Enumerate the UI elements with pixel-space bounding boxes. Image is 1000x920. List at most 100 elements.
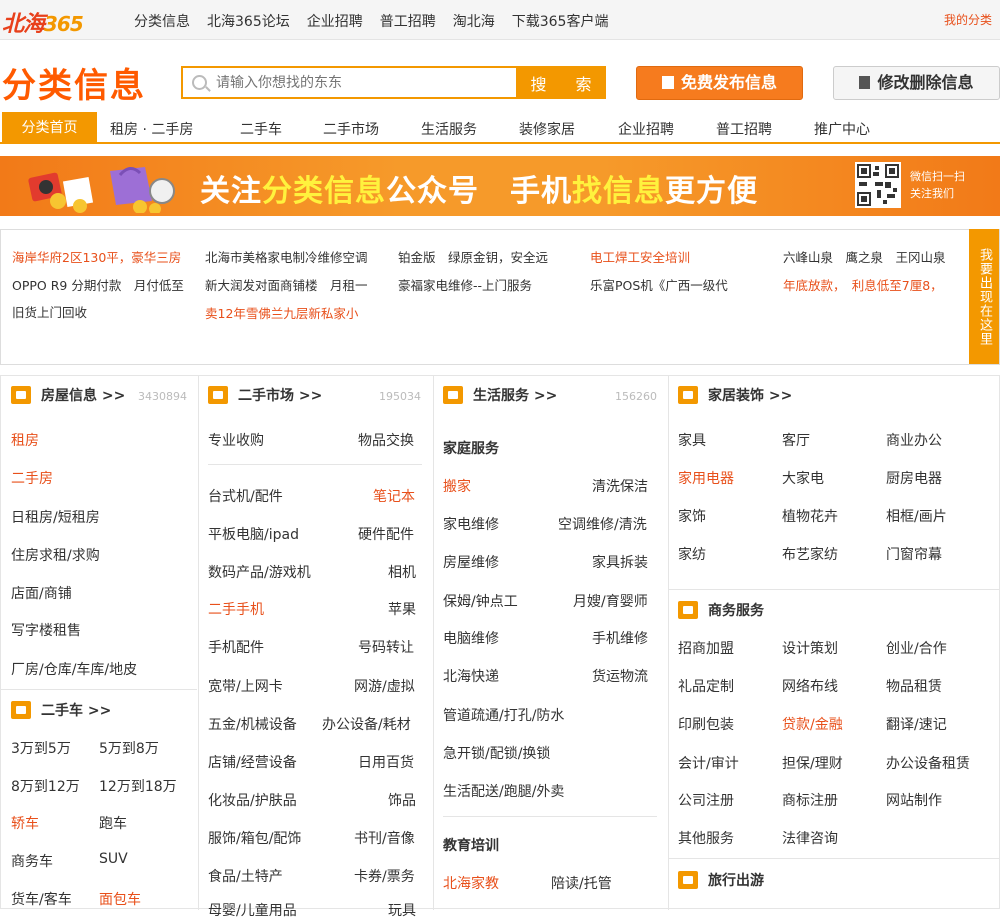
category-link[interactable]: 商务车	[11, 851, 53, 871]
category-link[interactable]: 台式机/配件	[208, 486, 283, 506]
category-link[interactable]: 货运物流	[592, 666, 648, 686]
ad-link[interactable]: 乐富POS机《广西一级代	[590, 275, 728, 294]
category-link[interactable]: 网站制作	[886, 790, 942, 810]
category-link[interactable]: 空调维修/清洗	[558, 514, 647, 534]
category-link[interactable]: 生活配送/跑腿/外卖	[443, 781, 564, 801]
category-link[interactable]: 数码产品/游戏机	[208, 562, 311, 582]
category-link[interactable]: 住房求租/求购	[11, 545, 100, 565]
category-link[interactable]: 相框/画片	[886, 506, 947, 526]
nav-item[interactable]: 二手车	[240, 119, 282, 139]
ad-link[interactable]: 六峰山泉 鹰之泉 王冈山泉	[783, 247, 946, 266]
category-link[interactable]: 管道疏通/打孔/防水	[443, 705, 564, 725]
category-link[interactable]: 北海家教	[443, 873, 499, 893]
category-link[interactable]: 会计/审计	[678, 753, 739, 773]
category-link[interactable]: 食品/土特产	[208, 866, 283, 886]
category-link[interactable]: 轿车	[11, 813, 39, 833]
category-link[interactable]: 月嫂/育婴师	[573, 591, 648, 611]
ad-link[interactable]: 铂金版 绿原金钥，安全远	[398, 247, 548, 266]
category-link[interactable]: 商业办公	[886, 430, 942, 450]
category-link[interactable]: 店铺/经营设备	[208, 752, 297, 772]
category-link[interactable]: 陪读/托管	[551, 873, 612, 893]
category-link[interactable]: 卡券/票务	[354, 866, 415, 886]
category-link[interactable]: 网游/虚拟	[354, 676, 415, 696]
category-link[interactable]: 书刊/音像	[354, 828, 415, 848]
category-link[interactable]: 印刷包装	[678, 714, 734, 734]
site-logo[interactable]: 北海365	[2, 6, 84, 38]
category-link[interactable]: 客厅	[782, 430, 810, 450]
category-link[interactable]: 房屋维修	[443, 552, 499, 572]
ad-link[interactable]: 卖12年雪佛兰九层新私家小	[205, 303, 358, 322]
category-link[interactable]: 面包车	[99, 889, 141, 909]
category-link[interactable]: 急开锁/配锁/换锁	[443, 743, 550, 763]
ad-link[interactable]: 海岸华府2区130平，豪华三房	[12, 247, 181, 266]
nav-item[interactable]: 生活服务	[421, 119, 477, 139]
category-link[interactable]: 家电维修	[443, 514, 499, 534]
category-link[interactable]: 硬件配件	[358, 524, 414, 544]
category-link[interactable]: 店面/商铺	[11, 583, 72, 603]
category-link[interactable]: 二手手机	[208, 599, 264, 619]
category-link[interactable]: 五金/机械设备	[208, 714, 297, 734]
category-link[interactable]: SUV	[99, 851, 128, 867]
category-link[interactable]: 法律咨询	[782, 828, 838, 848]
nav-item[interactable]: 普工招聘	[716, 119, 772, 139]
category-link[interactable]: 搬家	[443, 476, 471, 496]
category-link[interactable]: 8万到12万	[11, 776, 80, 796]
category-link[interactable]: 家具	[678, 430, 706, 450]
top-nav-item[interactable]: 北海365论坛	[207, 11, 290, 31]
category-link[interactable]: 货车/客车	[11, 889, 72, 909]
edit-delete-button[interactable]: 修改删除信息	[833, 66, 1000, 100]
category-link[interactable]: 日租房/短租房	[11, 507, 100, 527]
category-link[interactable]: 电脑维修	[443, 628, 499, 648]
category-link[interactable]: 日用百货	[358, 752, 414, 772]
nav-item[interactable]: 企业招聘	[618, 119, 674, 139]
category-link[interactable]: 保姆/钟点工	[443, 591, 518, 611]
category-link[interactable]: 担保/理财	[782, 753, 843, 773]
category-link[interactable]: 专业收购	[208, 430, 264, 450]
ad-link[interactable]: 新大润发对面商铺楼 月租一	[205, 275, 368, 294]
search-button[interactable]: 搜 索	[516, 66, 606, 99]
ad-link[interactable]: OPPO R9 分期付款 月付低至	[12, 275, 184, 294]
category-link[interactable]: 门窗帘幕	[886, 544, 942, 564]
nav-item[interactable]: 二手市场	[323, 119, 379, 139]
category-link[interactable]: 服饰/箱包/配饰	[208, 828, 301, 848]
category-link[interactable]: 北海快递	[443, 666, 499, 686]
category-link[interactable]: 厂房/仓库/车库/地皮	[11, 659, 137, 679]
section-travel-header[interactable]: 旅行出游	[678, 870, 764, 890]
top-nav-item[interactable]: 分类信息	[134, 11, 190, 31]
category-link[interactable]: 贷款/金融	[782, 714, 843, 734]
category-link[interactable]: 饰品	[388, 790, 416, 810]
category-link[interactable]: 网络布线	[782, 676, 838, 696]
category-link[interactable]: 物品交换	[358, 430, 414, 450]
category-link[interactable]: 清洗保洁	[592, 476, 648, 496]
section-house-header[interactable]: 房屋信息 >>	[11, 385, 125, 405]
category-link[interactable]: 跑车	[99, 813, 127, 833]
nav-item[interactable]: 租房 · 二手房	[110, 119, 193, 139]
category-link[interactable]: 平板电脑/ipad	[208, 524, 299, 544]
ad-link[interactable]: 电工焊工安全培训	[590, 247, 690, 266]
category-link[interactable]: 玩具	[388, 900, 416, 920]
section-car-header[interactable]: 二手车 >>	[11, 700, 111, 720]
section-business-header[interactable]: 商务服务	[678, 600, 764, 620]
category-link[interactable]: 翻译/速记	[886, 714, 947, 734]
nav-home-tab[interactable]: 分类首页	[2, 112, 97, 144]
category-link[interactable]: 家具拆装	[592, 552, 648, 572]
search-input[interactable]	[216, 71, 506, 95]
category-link[interactable]: 大家电	[782, 468, 824, 488]
category-link[interactable]: 招商加盟	[678, 638, 734, 658]
section-home-deco-header[interactable]: 家居装饰 >>	[678, 385, 792, 405]
category-link[interactable]: 礼品定制	[678, 676, 734, 696]
category-link[interactable]: 布艺家纺	[782, 544, 838, 564]
category-link[interactable]: 化妆品/护肤品	[208, 790, 297, 810]
category-link[interactable]: 手机配件	[208, 637, 264, 657]
category-link[interactable]: 家用电器	[678, 468, 734, 488]
wechat-banner[interactable]: 关注分类信息公众号 手机找信息更方便 微信扫一扫 关注我们	[0, 156, 1000, 216]
category-link[interactable]: 创业/合作	[886, 638, 947, 658]
ad-link[interactable]: 北海市美格家电制冷维修空调	[205, 247, 368, 266]
nav-item[interactable]: 推广中心	[814, 119, 870, 139]
category-link[interactable]: 其他服务	[678, 828, 734, 848]
ad-link[interactable]: 年底放款， 利息低至7厘8，	[783, 275, 943, 294]
category-link[interactable]: 相机	[388, 562, 416, 582]
category-link[interactable]: 物品租赁	[886, 676, 942, 696]
top-nav-item[interactable]: 下载365客户端	[512, 11, 609, 31]
category-link[interactable]: 母婴/儿童用品	[208, 900, 297, 920]
